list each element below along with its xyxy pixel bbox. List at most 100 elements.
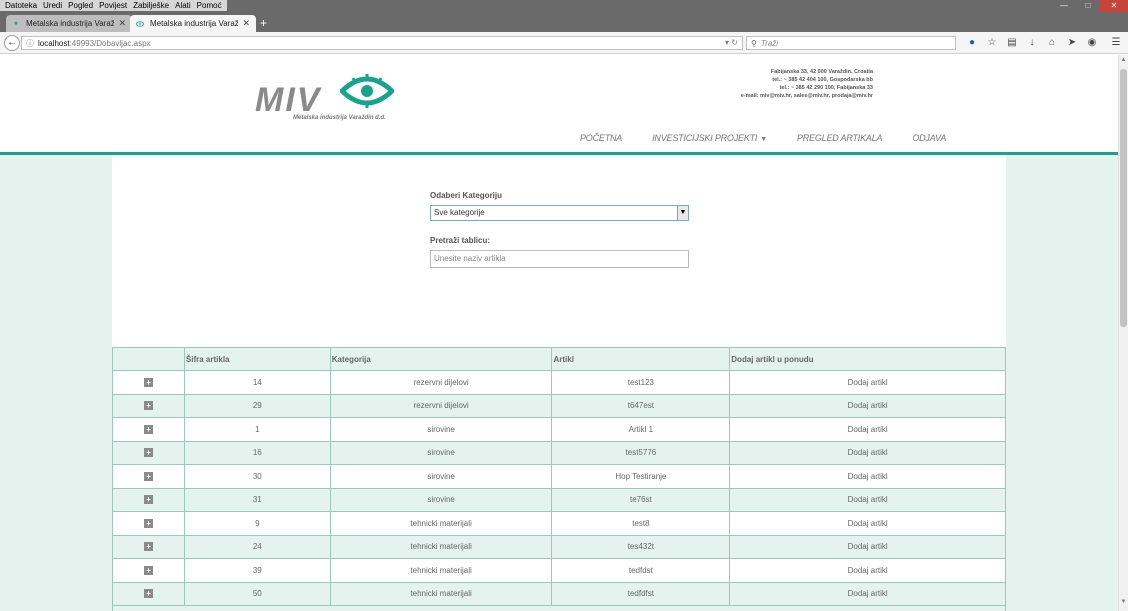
browser-tab-1[interactable]: ● Metalska industrija Varaždin ✕ — [6, 15, 132, 32]
cell-sifra: 30 — [183, 464, 331, 489]
table-row: + 9 tehnicki materijali test8 Dodaj arti… — [112, 511, 1006, 536]
cell-kategorija: sirovine — [329, 440, 553, 465]
add-article-link[interactable]: Dodaj artikl — [729, 511, 1006, 536]
eye-logo-icon — [340, 74, 394, 108]
page-scrollbar[interactable]: ▲ ▼ — [1118, 55, 1128, 611]
cell-artikl: Artikl 1 — [551, 417, 731, 442]
favicon-icon: ● — [13, 20, 19, 27]
contact-email: e-mail: miv@miv.hr, sales@miv.hr, prodaj… — [740, 93, 873, 99]
header-kategorija[interactable]: Kategorija — [329, 347, 553, 371]
cell-artikl: test5776 — [551, 440, 731, 465]
browser-tab-2[interactable]: Metalska industrija Varaždin ✕ — [130, 15, 256, 32]
send-icon[interactable]: ➤ — [1062, 35, 1082, 51]
header-artikl[interactable]: Artikl — [551, 347, 731, 371]
article-search-input[interactable]: Unesite naziv artikla — [430, 250, 689, 268]
logo-subtitle: Metalska industrija Varaždin d.d. — [293, 115, 386, 121]
main-navigation: POČETNA INVESTICIJSKI PROJEKTI ▼ PREGLED … — [580, 133, 976, 143]
category-select[interactable]: Sve kategorije ▼ — [430, 205, 689, 221]
nav-pregled-artikala[interactable]: PREGLED ARTIKALA — [797, 133, 883, 143]
table-row: + 16 sirovine test5776 Dodaj artikl — [112, 440, 1006, 465]
download-icon[interactable]: ↓ — [1022, 35, 1042, 51]
add-article-link[interactable]: Dodaj artikl — [729, 581, 1006, 606]
cell-artikl: tedfdfst — [551, 581, 731, 606]
expand-plus-icon[interactable]: + — [143, 401, 153, 411]
expand-plus-icon[interactable]: + — [143, 589, 153, 599]
menu-history[interactable]: Povijest — [96, 0, 130, 11]
site-info-icon[interactable]: ⓘ — [26, 38, 34, 49]
caret-down-icon: ▼ — [760, 136, 767, 143]
close-tab-icon[interactable]: ✕ — [242, 18, 250, 29]
url-bar[interactable]: ⓘ localhost :49993/Dobavljac.aspx ▾ ↻ — [21, 36, 743, 50]
maximize-icon[interactable]: □ — [1076, 0, 1100, 12]
add-article-link[interactable]: Dodaj artikl — [729, 558, 1006, 583]
nav-pocetna[interactable]: POČETNA — [580, 133, 622, 143]
add-article-link[interactable]: Dodaj artikl — [729, 370, 1006, 395]
add-article-link[interactable]: Dodaj artikl — [729, 487, 1006, 512]
new-tab-icon[interactable]: + — [260, 16, 267, 30]
nav-investicijski-label: INVESTICIJSKI PROJEKTI — [652, 133, 758, 143]
expand-plus-icon[interactable]: + — [143, 495, 153, 505]
chat-icon[interactable]: ◉ — [1082, 35, 1102, 51]
menu-bookmarks[interactable]: Zabilješke — [130, 0, 172, 11]
contact-phone-1: tel.: ~ 385 42 404 100, Gospodarska bb — [772, 77, 873, 83]
nav-odjava[interactable]: ODJAVA — [912, 133, 946, 143]
url-host: localhost — [38, 38, 70, 48]
add-article-link[interactable]: Dodaj artikl — [729, 440, 1006, 465]
add-article-link[interactable]: Dodaj artikl — [729, 534, 1006, 559]
minimize-icon[interactable]: — — [1052, 0, 1076, 12]
cell-kategorija: sirovine — [329, 487, 553, 512]
expand-plus-icon[interactable]: + — [143, 377, 153, 387]
expand-plus-icon[interactable]: + — [143, 518, 153, 528]
cell-sifra: 16 — [183, 440, 331, 465]
add-article-link[interactable]: Dodaj artikl — [729, 393, 1006, 418]
cell-artikl: Hop Testiranje — [551, 464, 731, 489]
cell-kategorija: rezervni dijelovi — [329, 393, 553, 418]
cell-sifra: 14 — [183, 370, 331, 395]
expand-plus-icon[interactable]: + — [143, 471, 153, 481]
add-article-link[interactable]: Dodaj artikl — [729, 417, 1006, 442]
bookmark-star-icon[interactable]: ☆ — [982, 35, 1002, 51]
logo[interactable]: MIV Metalska industrija Varaždin d.d. — [255, 73, 395, 125]
menu-help[interactable]: Pomoć — [194, 0, 225, 11]
menu-file[interactable]: Datoteka — [2, 0, 40, 11]
pager-links[interactable]: 12345 — [112, 605, 1006, 611]
search-table-label: Pretraži tablicu: — [430, 236, 491, 245]
cell-sifra: 9 — [183, 511, 331, 536]
expand-plus-icon[interactable]: + — [143, 565, 153, 575]
back-arrow-icon[interactable]: ← — [4, 35, 20, 51]
hamburger-menu-icon[interactable]: ☰ — [1106, 35, 1126, 51]
nav-investicijski-projekti[interactable]: INVESTICIJSKI PROJEKTI ▼ — [652, 133, 767, 143]
scrollbar-thumb[interactable] — [1120, 69, 1127, 327]
close-tab-icon[interactable]: ✕ — [118, 18, 126, 29]
category-select-value: Sve kategorije — [434, 208, 485, 217]
menu-view[interactable]: Pogled — [65, 0, 96, 11]
search-placeholder: Traži — [760, 38, 779, 48]
close-window-icon[interactable]: ✕ — [1100, 0, 1128, 12]
cell-kategorija: sirovine — [329, 417, 553, 442]
menu-list: Datoteka Uredi Pogled Povijest Zabilješk… — [0, 0, 227, 11]
expand-plus-icon[interactable]: + — [143, 424, 153, 434]
expand-plus-icon[interactable]: + — [143, 542, 153, 552]
cell-kategorija: tehnicki materijali — [329, 534, 553, 559]
cell-artikl: tes432t — [551, 534, 731, 559]
table-row: + 14 rezervni dijelovi test123 Dodaj art… — [112, 370, 1006, 395]
scroll-down-icon[interactable]: ▼ — [1119, 599, 1128, 609]
table-row: + 1 sirovine Artikl 1 Dodaj artikl — [112, 417, 1006, 442]
chevron-down-icon[interactable]: ▼ — [677, 206, 688, 220]
menu-tools[interactable]: Alati — [172, 0, 194, 11]
table-row: + 31 sirovine te76st Dodaj artikl — [112, 487, 1006, 512]
addon-icon[interactable]: ● — [962, 35, 982, 51]
header-sifra[interactable]: Šifra artikla — [183, 347, 331, 371]
add-article-link[interactable]: Dodaj artikl — [729, 464, 1006, 489]
table-row: + 29 rezervni dijelovi t647est Dodaj art… — [112, 393, 1006, 418]
menu-edit[interactable]: Uredi — [40, 0, 65, 11]
expand-plus-icon[interactable]: + — [143, 448, 153, 458]
scroll-up-icon[interactable]: ▲ — [1119, 57, 1128, 67]
home-icon[interactable]: ⌂ — [1042, 35, 1062, 51]
search-bar[interactable]: ⚲ Traži — [746, 36, 956, 50]
articles-table: Šifra artikla Kategorija Artikl Dodaj ar… — [112, 347, 1006, 611]
reading-list-icon[interactable]: ▤ — [1002, 35, 1022, 51]
cell-sifra: 31 — [183, 487, 331, 512]
reload-icon[interactable]: ▾ ↻ — [725, 37, 738, 49]
pager-row: 12345 — [112, 605, 1006, 611]
